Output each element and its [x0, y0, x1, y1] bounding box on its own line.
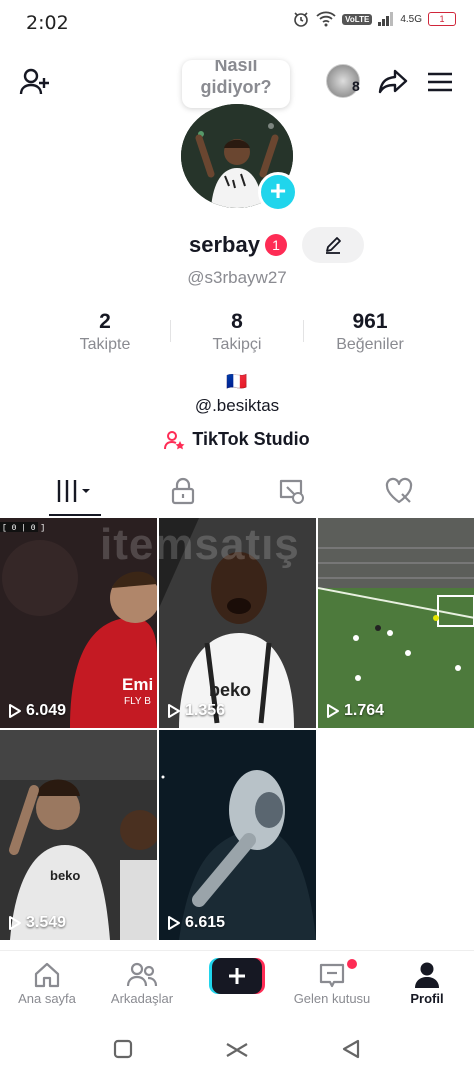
- content-tabs: [0, 468, 474, 516]
- username: serbay: [189, 232, 260, 257]
- view-count-value: 1.356: [185, 702, 226, 719]
- tab-videos[interactable]: [16, 468, 134, 514]
- video-thumbnail-image: beko: [0, 730, 157, 940]
- nav-inbox[interactable]: Gelen kutusu: [285, 959, 379, 1006]
- bio-text[interactable]: @.besiktas: [0, 396, 474, 416]
- edit-profile-button[interactable]: [302, 227, 364, 263]
- stat-likes[interactable]: 961 Beğeniler: [300, 310, 440, 354]
- network-label: 4.5G: [400, 13, 422, 25]
- battery-icon: 1: [428, 12, 456, 26]
- square-icon: [113, 1039, 133, 1059]
- signal-icon: [378, 12, 394, 26]
- studio-user-icon: [164, 430, 185, 449]
- tab-liked[interactable]: [340, 468, 458, 514]
- user-handle: @s3rbayw27: [187, 268, 287, 287]
- alarm-icon: [294, 12, 308, 27]
- create-button[interactable]: [209, 958, 265, 994]
- tiktok-studio-label: TikTok Studio: [192, 429, 310, 449]
- nav-friends[interactable]: Arkadaşlar: [95, 959, 189, 1006]
- nav-inbox-label: Gelen kutusu: [293, 991, 371, 1006]
- video-thumbnail[interactable]: beko 3.549: [0, 730, 157, 940]
- watermark: itemsatış: [100, 520, 300, 569]
- profile-icon: [415, 962, 439, 988]
- nav-friends-label: Arkadaşlar: [110, 991, 174, 1006]
- repost-icon: [279, 479, 304, 504]
- liked-heart-icon: [385, 477, 413, 504]
- home-gesture-icon: [226, 1043, 248, 1057]
- svg-text:beko: beko: [209, 680, 251, 700]
- inbox-dot: [347, 959, 357, 969]
- back-triangle-icon: [342, 1039, 360, 1059]
- hamburger-menu-icon: [428, 72, 452, 92]
- stat-following[interactable]: 2 Takipte: [35, 310, 175, 354]
- play-icon: [168, 704, 180, 718]
- play-icon: [327, 704, 339, 718]
- back-button[interactable]: [340, 1038, 362, 1060]
- play-icon: [168, 916, 180, 930]
- stat-followers-label: Takipçi: [212, 336, 262, 353]
- recent-apps-button[interactable]: [112, 1038, 134, 1060]
- share-profile-button[interactable]: [374, 62, 412, 100]
- svg-text:Emi: Emi: [122, 675, 153, 694]
- bubble-line-1: Nasıl: [214, 60, 258, 75]
- video-thumbnail-image: [159, 730, 316, 940]
- view-count: 6.049: [8, 702, 66, 720]
- play-icon: [9, 704, 21, 718]
- inbox-icon: [319, 963, 345, 988]
- add-user-icon: [19, 68, 49, 95]
- svg-text:FLY B: FLY B: [124, 696, 151, 707]
- videos-grid-icon: [57, 480, 90, 502]
- home-system-button[interactable]: [224, 1040, 250, 1060]
- view-count-value: 3.549: [26, 914, 67, 931]
- view-count: 3.549: [8, 914, 66, 932]
- stat-followers-value: 8: [231, 310, 243, 333]
- add-friend-button[interactable]: [16, 64, 52, 100]
- status-icons: VoLTE 4.5G 1: [292, 10, 456, 28]
- wifi-icon: [316, 11, 336, 27]
- stat-followers[interactable]: 8 Takipçi: [167, 310, 307, 354]
- nav-profile-label: Profil: [410, 991, 444, 1006]
- pencil-icon: [326, 237, 341, 254]
- video-thumbnail-image: [318, 518, 474, 728]
- tab-reposts[interactable]: [232, 468, 350, 514]
- play-icon: [9, 916, 21, 930]
- stat-likes-value: 961: [352, 310, 388, 333]
- menu-button[interactable]: [422, 64, 458, 100]
- stat-following-value: 2: [99, 310, 111, 333]
- stat-following-label: Takipte: [79, 336, 131, 353]
- stat-likes-label: Beğeniler: [336, 336, 404, 353]
- status-bubble[interactable]: Nasıl gidiyor?: [182, 60, 290, 108]
- lock-icon: [171, 477, 195, 505]
- active-tab-indicator: [49, 514, 101, 516]
- share-icon: [378, 69, 408, 94]
- view-count: 1.764: [326, 702, 384, 720]
- view-count-value: 1.764: [344, 702, 385, 719]
- tiktok-studio-link[interactable]: TikTok Studio: [0, 429, 474, 450]
- svg-text:[ 0 | 0 ]: [ 0 | 0 ]: [2, 524, 45, 533]
- nav-home[interactable]: Ana sayfa: [0, 959, 94, 1006]
- nav-home-label: Ana sayfa: [18, 991, 76, 1006]
- view-count: 1.356: [167, 702, 225, 720]
- view-count-value: 6.615: [185, 914, 226, 931]
- friends-icon: [126, 962, 158, 987]
- status-bar: 2:02 VoLTE 4.5G 1: [0, 0, 474, 46]
- tab-private[interactable]: [124, 468, 242, 514]
- follower-avatar-count: 8: [352, 78, 360, 94]
- create-icon: [209, 958, 265, 994]
- video-thumbnail[interactable]: 6.615: [159, 730, 316, 940]
- status-time: 2:02: [26, 12, 69, 34]
- add-story-button[interactable]: +: [258, 172, 298, 212]
- volte-badge: VoLTE: [342, 13, 373, 25]
- home-icon: [34, 962, 60, 988]
- view-count-value: 6.049: [26, 702, 67, 719]
- svg-text:beko: beko: [50, 868, 80, 883]
- bubble-line-2: gidiyor?: [200, 77, 272, 97]
- video-thumbnail[interactable]: 1.764: [318, 518, 474, 728]
- follower-avatar-button[interactable]: 8: [326, 64, 366, 98]
- nav-profile[interactable]: Profil: [380, 959, 474, 1006]
- notification-badge: 1: [265, 234, 287, 256]
- view-count: 6.615: [167, 914, 225, 932]
- system-navigation: [0, 1016, 474, 1080]
- bio-flag: 🇫🇷: [226, 372, 248, 391]
